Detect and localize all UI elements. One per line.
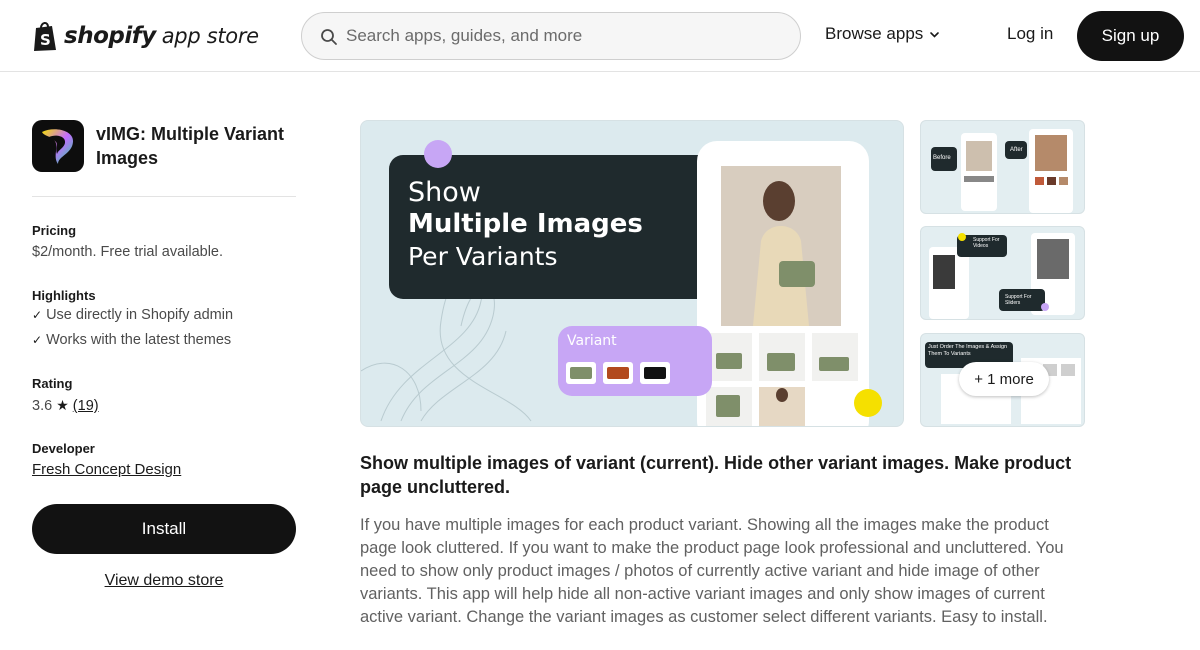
top-header: S shopify app store Browse apps Log in S… (0, 0, 1200, 72)
shopify-app-store-logo[interactable]: S shopify app store (32, 18, 259, 54)
check-icon: ✓ (32, 308, 43, 322)
shopify-bag-icon: S (34, 22, 56, 51)
hero-line-show: Show (408, 177, 481, 208)
sidebar-divider (32, 196, 296, 197)
thumbnail-before-label: Before (933, 155, 951, 161)
chevron-down-icon (930, 31, 940, 38)
thumbnail-before-after-image (931, 129, 1073, 213)
rating-count-link[interactable]: (19) (73, 398, 99, 414)
developer-label: Developer (32, 441, 95, 456)
brand-name: shopify (64, 23, 156, 49)
highlight-text: Use directly in Shopify admin (46, 307, 234, 323)
thumbnail-sliders-label: Support For Sliders (1005, 294, 1032, 306)
thumbnail-assign-caption: Just Order The Images & Assign Them To V… (928, 344, 1008, 357)
highlight-item: ✓ Use directly in Shopify admin (32, 307, 233, 323)
hero-line-per-variants: Per Variants (408, 242, 558, 271)
hero-line-multiple-images: Multiple Images (408, 209, 643, 239)
pricing-label: Pricing (32, 223, 77, 238)
app-headline: Show multiple images of variant (current… (360, 453, 1072, 497)
svg-text:S: S (40, 31, 51, 49)
pricing-value: $2/month. Free trial available. (32, 244, 224, 260)
app-logo-icon (42, 129, 74, 164)
brand-suffix: app store (161, 24, 259, 48)
check-icon: ✓ (32, 333, 43, 347)
search-input[interactable] (346, 13, 786, 59)
hero-variant-label: Variant (567, 333, 617, 349)
app-icon (32, 120, 84, 172)
rating-value: 3.6 (32, 398, 53, 414)
hero-screenshot[interactable]: Show Multiple Images Per Variants Varian… (360, 120, 904, 427)
gallery-thumbnail[interactable]: Support For Videos Support For Sliders (920, 226, 1085, 320)
gallery-thumbnail[interactable]: Before After (920, 120, 1085, 214)
highlight-text: Works with the latest themes (46, 332, 232, 348)
highlights-label: Highlights (32, 288, 96, 303)
login-link[interactable]: Log in (1007, 24, 1053, 44)
app-title: vIMG: Multiple Variant Images (96, 124, 285, 168)
search-icon (321, 29, 337, 45)
rating-label: Rating (32, 376, 73, 391)
highlight-item: ✓ Works with the latest themes (32, 332, 231, 348)
browse-apps-label: Browse apps (825, 24, 924, 43)
star-icon: ★ (56, 397, 69, 413)
gallery-thumbnail-more[interactable]: Just Order The Images & Assign Them To V… (920, 333, 1085, 427)
search-bar[interactable] (301, 12, 801, 60)
browse-apps-menu[interactable]: Browse apps (825, 24, 940, 44)
hero-illustration (361, 140, 882, 426)
rating-summary: 3.6 ★ (19) (32, 397, 99, 414)
thumbnail-after-label: After (1010, 147, 1023, 153)
app-description: If you have multiple images for each pro… (360, 516, 1064, 626)
signup-button[interactable]: Sign up (1077, 11, 1184, 61)
developer-link[interactable]: Fresh Concept Design (32, 461, 181, 478)
thumbnail-videos-label: Support For Videos (973, 237, 1000, 249)
view-demo-store-link[interactable]: View demo store (32, 572, 296, 590)
more-images-button[interactable]: + 1 more (959, 362, 1049, 396)
install-button[interactable]: Install (32, 504, 296, 554)
